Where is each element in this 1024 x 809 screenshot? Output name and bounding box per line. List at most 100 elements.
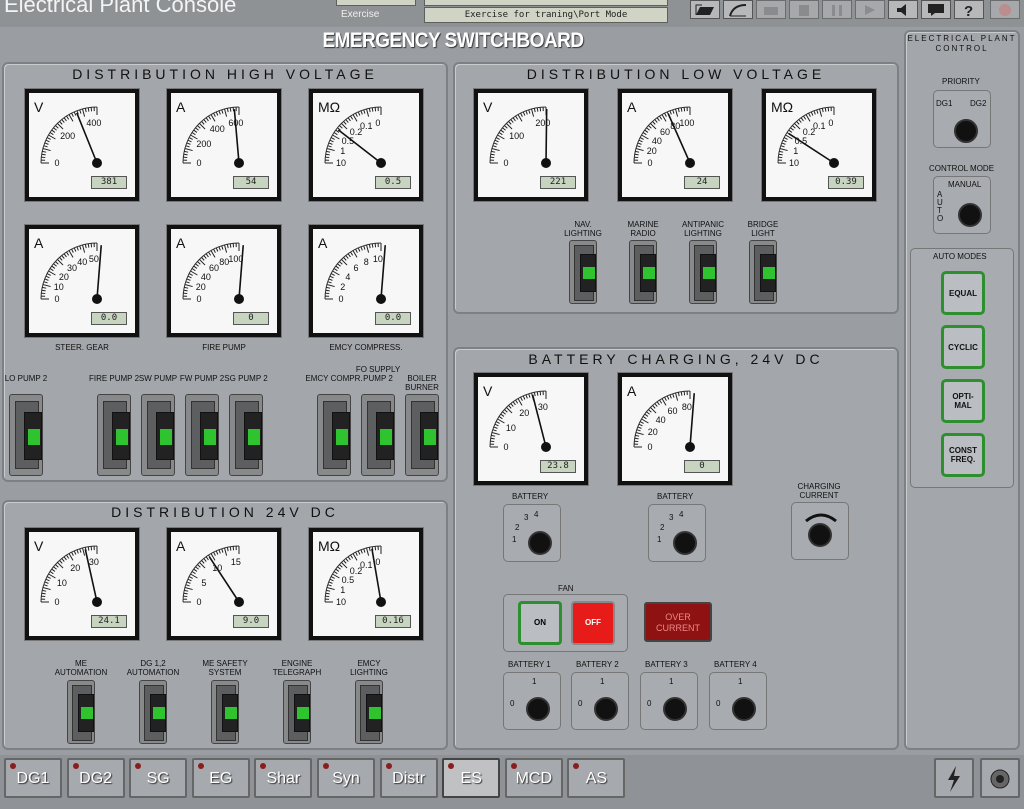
switch-lever[interactable] <box>150 694 166 732</box>
battery-knob[interactable] <box>673 531 697 555</box>
breaker-switch[interactable] <box>67 680 95 744</box>
breaker-switch[interactable] <box>283 680 311 744</box>
breaker-switch[interactable] <box>97 394 131 476</box>
settings-icon[interactable] <box>980 758 1020 798</box>
power-icon[interactable] <box>934 758 974 798</box>
breaker-switch[interactable] <box>629 240 657 304</box>
save-icon[interactable] <box>789 0 819 19</box>
switch-lever[interactable] <box>376 412 394 460</box>
meter-label: EMCY COMPRESS. <box>299 343 433 352</box>
priority-label: PRIORITY <box>942 77 980 86</box>
nav-tab-es[interactable]: ES <box>442 758 500 798</box>
switch-lever[interactable] <box>700 254 716 292</box>
forward-icon[interactable] <box>855 0 885 19</box>
nav-tab-sg[interactable]: SG <box>129 758 187 798</box>
meter-dc_a: 051015A9.0 <box>167 528 281 640</box>
battery-v-selector[interactable]: 1 2 3 4 <box>503 504 561 562</box>
selector-knob[interactable] <box>594 697 618 721</box>
breaker-switch[interactable] <box>229 394 263 476</box>
print-icon[interactable] <box>756 0 786 19</box>
switch-lever[interactable] <box>78 694 94 732</box>
switch-lever[interactable] <box>222 694 238 732</box>
control-mode-knob[interactable] <box>958 203 982 227</box>
nav-tab-syn[interactable]: Syn <box>317 758 375 798</box>
nav-tab-distr[interactable]: Distr <box>380 758 438 798</box>
switch-lever[interactable] <box>332 412 350 460</box>
meter-reading: 9.0 <box>233 615 269 628</box>
exercise-field[interactable]: Exercise for traning\Port Mode <box>424 7 668 23</box>
switch-lever[interactable] <box>200 412 218 460</box>
nav-tab-eg[interactable]: EG <box>192 758 250 798</box>
breaker-switch[interactable] <box>9 394 43 476</box>
auto-modes-box: AUTO MODES EQUAL CYCLIC OPTI-MAL CONST F… <box>910 248 1014 488</box>
switch-label: ANTIPANIC LIGHTING <box>675 220 731 238</box>
breaker-switch[interactable] <box>361 394 395 476</box>
chat-icon[interactable] <box>921 0 951 19</box>
breaker-switch[interactable] <box>405 394 439 476</box>
battery-4-selector[interactable]: 01 <box>709 672 767 730</box>
tick-label: 100 <box>228 254 244 264</box>
status-led <box>386 763 392 769</box>
switch-lever[interactable] <box>420 412 438 460</box>
selector-knob[interactable] <box>663 697 687 721</box>
breaker-switch[interactable] <box>569 240 597 304</box>
meter-bat_v: 0102030V23.8 <box>474 373 588 485</box>
breaker-switch[interactable] <box>211 680 239 744</box>
priority-selector[interactable]: DG1 DG2 <box>933 90 991 148</box>
battery-knob[interactable] <box>528 531 552 555</box>
mode-cyclic-button[interactable]: CYCLIC <box>941 325 985 369</box>
mode-optimal-button[interactable]: OPTI-MAL <box>941 379 985 423</box>
breaker-switch[interactable] <box>689 240 717 304</box>
pos-label: 4 <box>534 510 538 519</box>
gauge-icon[interactable] <box>723 0 753 19</box>
breaker-switch[interactable] <box>185 394 219 476</box>
breaker-switch[interactable] <box>749 240 777 304</box>
switch-lever[interactable] <box>244 412 262 460</box>
switch-lever[interactable] <box>294 694 310 732</box>
nav-tab-dg2[interactable]: DG2 <box>67 758 125 798</box>
switch-led <box>297 707 309 719</box>
breaker-switch[interactable] <box>317 394 351 476</box>
switch-lever[interactable] <box>580 254 596 292</box>
control-mode-selector[interactable]: MANUAL AUTO <box>933 176 991 234</box>
nav-tab-mcd[interactable]: MCD <box>505 758 563 798</box>
speaker-icon[interactable] <box>888 0 918 19</box>
breaker-switch[interactable] <box>141 394 175 476</box>
meter-unit: V <box>483 383 492 399</box>
nav-tab-shar[interactable]: Shar <box>254 758 312 798</box>
switch-lever[interactable] <box>24 412 42 460</box>
charging-current-knob[interactable] <box>808 523 832 547</box>
close-icon[interactable] <box>990 0 1020 19</box>
help-icon[interactable]: ? <box>954 0 984 19</box>
switch-plate <box>72 685 92 741</box>
breaker-switch[interactable] <box>355 680 383 744</box>
fan-off-button[interactable]: OFF <box>571 601 615 645</box>
nav-tab-dg1[interactable]: DG1 <box>4 758 62 798</box>
battery-3-selector[interactable]: 01 <box>640 672 698 730</box>
open-icon[interactable] <box>690 0 720 19</box>
switch-lever[interactable] <box>366 694 382 732</box>
switch-lever[interactable] <box>760 254 776 292</box>
breaker-switch[interactable] <box>139 680 167 744</box>
tick-label: 0 <box>49 294 65 304</box>
switch-led <box>204 429 216 445</box>
bottom-nav-bar: DG1DG2SGEGSharSynDistrESMCDAS <box>0 755 1024 805</box>
charging-current-knob-box[interactable] <box>791 502 849 560</box>
battery-2-selector[interactable]: 01 <box>571 672 629 730</box>
pos-label: 1 <box>600 677 604 686</box>
nav-tab-as[interactable]: AS <box>567 758 625 798</box>
tick-label: 30 <box>535 402 551 412</box>
switch-lever[interactable] <box>112 412 130 460</box>
selector-knob[interactable] <box>526 697 550 721</box>
battery-a-selector[interactable]: 1 2 3 4 <box>648 504 706 562</box>
switch-lever[interactable] <box>640 254 656 292</box>
tick-label: 5 <box>196 578 212 588</box>
priority-knob[interactable] <box>949 114 983 148</box>
fan-on-button[interactable]: ON <box>518 601 562 645</box>
mode-const-freq-button[interactable]: CONST FREQ. <box>941 433 985 477</box>
mode-equal-button[interactable]: EQUAL <box>941 271 985 315</box>
pause-icon[interactable] <box>822 0 852 19</box>
battery-1-selector[interactable]: 01 <box>503 672 561 730</box>
switch-lever[interactable] <box>156 412 174 460</box>
selector-knob[interactable] <box>732 697 756 721</box>
